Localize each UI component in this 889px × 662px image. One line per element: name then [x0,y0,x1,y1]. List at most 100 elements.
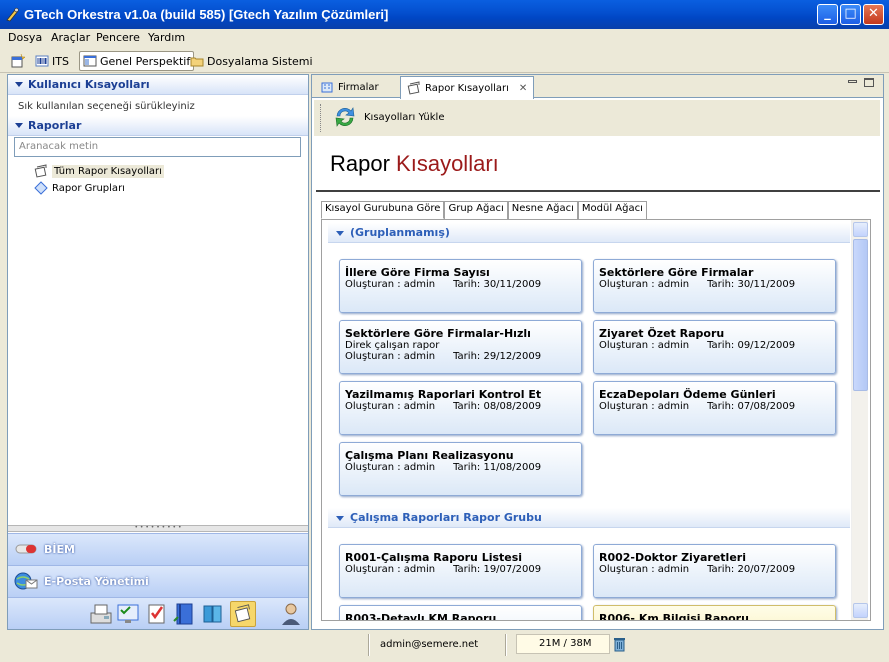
window-titlebar[interactable]: GTech Orkestra v1.0a (build 585) [Gtech … [0,0,889,30]
card-title: Ziyaret Özet Raporu [599,327,725,340]
card-creator: Oluşturan : admin [599,401,690,412]
tree-item-all-shortcuts[interactable]: Tüm Rapor Kısayolları [34,164,164,178]
card-meta: Oluşturan : admin Tarih: 30/11/2009 [345,279,576,290]
book-icon[interactable] [172,601,198,627]
tab-close-icon[interactable]: ✕ [519,83,527,94]
barcode-icon [35,55,49,67]
card-date: Tarih: 30/11/2009 [707,279,796,290]
email-globe-icon [14,572,38,590]
report-card[interactable]: İllere Göre Firma Sayısı Oluşturan : adm… [339,259,582,313]
task-check-icon[interactable] [144,601,170,627]
editor-pane: Firmalar Rapor Kısayolları ✕ Kısayolları… [311,74,884,630]
report-card[interactable]: Sektörlere Göre Firmalar-Hızlı Direk çal… [339,320,582,374]
tab-rapor-kisayollari-label: Rapor Kısayolları [425,82,509,94]
fax-icon[interactable] [88,601,114,627]
card-meta: Oluşturan : admin Tarih: 08/08/2009 [345,401,576,412]
load-shortcuts-label: Kısayolları Yükle [364,111,445,123]
collapse-triangle-icon [15,82,23,87]
its-label: ITS [52,54,69,68]
report-card[interactable]: EczaDepoları Ödeme Günleri Oluşturan : a… [593,381,836,435]
report-card[interactable]: Sektörlere Göre Firmalar Oluşturan : adm… [593,259,836,313]
shortcuts-section-header[interactable]: Kullanıcı Kısayolları [8,75,308,95]
nav-biem[interactable]: BİEM [8,533,308,565]
card-date: Tarih: 07/08/2009 [707,401,796,412]
capsule-icon [15,544,37,554]
maximize-button[interactable]: □ [840,4,861,25]
card-meta: Oluşturan : admin Tarih: 11/08/2009 [345,462,576,473]
card-title: R002-Doktor Ziyaretleri [599,551,746,564]
report-card[interactable]: R001-Çalışma Raporu Listesi Oluşturan : … [339,544,582,598]
subtab-by-group[interactable]: Kısayol Gurubuna Göre [321,201,445,219]
checklist-monitor-icon[interactable] [116,601,142,627]
scroll-down-button[interactable] [853,603,868,618]
pane-splitter[interactable]: • • • • • • • • • [8,525,308,532]
report-card[interactable]: Çalışma Planı Realizasyonu Oluşturan : a… [339,442,582,496]
report-card[interactable]: Ziyaret Özet Raporu Oluşturan : admin Tar… [593,320,836,374]
card-creator: Oluşturan : admin [599,279,690,290]
perspective-button[interactable]: Genel Perspektif [79,51,195,71]
collapse-triangle-icon [336,231,344,236]
collapse-triangle-icon [15,123,23,128]
minimize-button[interactable]: _ [817,4,838,25]
tab-rapor-kisayollari[interactable]: Rapor Kısayolları ✕ [400,76,535,99]
new-window-icon [11,54,25,68]
scroll-up-button[interactable] [853,222,868,237]
filesystem-button[interactable]: Dosyalama Sistemi [190,51,313,71]
nav-email-label: E-Posta Yönetimi [44,575,149,588]
perspective-label: Genel Perspektif [100,54,191,68]
left-navigation-pane: Kullanıcı Kısayolları Sık kullanılan seç… [7,74,309,630]
new-window-button[interactable] [11,51,25,71]
report-card-highlighted[interactable]: R006- Km Bilgisi Raporu [593,605,836,620]
its-button[interactable]: ITS [35,51,69,71]
group-header-work-reports[interactable]: Çalışma Raporları Rapor Grubu [328,508,850,528]
menu-araclar[interactable]: Araçlar [51,31,90,44]
reports-section-header[interactable]: Raporlar [8,116,308,136]
close-button[interactable]: ✕ [863,4,884,25]
database-icon[interactable] [200,601,226,627]
memory-indicator[interactable]: 21M / 38M [516,634,610,654]
card-date: Tarih: 29/12/2009 [453,351,542,362]
card-date: Tarih: 09/12/2009 [707,340,796,351]
reports-header-label: Raporlar [28,119,82,132]
nav-email-management[interactable]: E-Posta Yönetimi [8,565,308,597]
memory-total: 38M [570,638,592,649]
shortcuts-header-label: Kullanıcı Kısayolları [28,78,150,91]
card-meta: Oluşturan : admin Tarih: 20/07/2009 [599,564,830,575]
user-avatar-icon[interactable] [278,601,304,627]
view-maximize-icon[interactable] [864,78,874,87]
card-title: İllere Göre Firma Sayısı [345,266,490,279]
card-creator: Oluşturan : admin [345,564,436,575]
scroll-thumb[interactable] [853,239,868,391]
report-shortcut-module-icon[interactable] [230,601,256,627]
group-header-ungrouped[interactable]: (Gruplanmamış) [328,223,850,243]
toolbar-grip [320,104,321,132]
card-creator: Oluşturan : admin [345,351,436,362]
menu-dosya[interactable]: Dosya [8,31,42,44]
garbage-collect-icon[interactable] [613,636,626,652]
menu-yardim[interactable]: Yardım [148,31,185,44]
search-input[interactable]: Aranacak metin [14,137,301,157]
tab-firmalar[interactable]: Firmalar [314,76,385,98]
page-title: Rapor Kısayolları [330,151,499,177]
subtab-module-tree[interactable]: Modül Ağacı [577,201,647,219]
tree-item-label: Tüm Rapor Kısayolları [52,164,164,178]
subtab-object-tree[interactable]: Nesne Ağacı [507,201,578,219]
subtab-group-tree[interactable]: Grup Ağacı [444,201,508,219]
report-shortcut-icon [34,164,47,178]
company-icon [321,82,333,93]
report-card[interactable]: R003-Detaylı KM Raporu [339,605,582,620]
shortcut-card-area: (Gruplanmamış) İllere Göre Firma Sayısı … [321,219,871,621]
menu-pencere[interactable]: Pencere [96,31,140,44]
title-red-part: Kısayolları [396,151,499,176]
report-card[interactable]: R002-Doktor Ziyaretleri Oluşturan : admi… [593,544,836,598]
load-shortcuts-button[interactable]: Kısayolları Yükle [332,104,444,130]
view-minimize-icon[interactable] [848,80,857,83]
memory-separator: / [560,638,571,649]
card-creator: Oluşturan : admin [345,462,436,473]
tree-item-report-groups[interactable]: Rapor Grupları [34,181,125,195]
report-card[interactable]: Yazilmamış Raporlari Kontrol Et Oluştura… [339,381,582,435]
vertical-scrollbar[interactable] [851,220,868,620]
status-divider [368,634,370,656]
folder-icon [190,57,204,67]
app-logo-icon [6,7,19,22]
